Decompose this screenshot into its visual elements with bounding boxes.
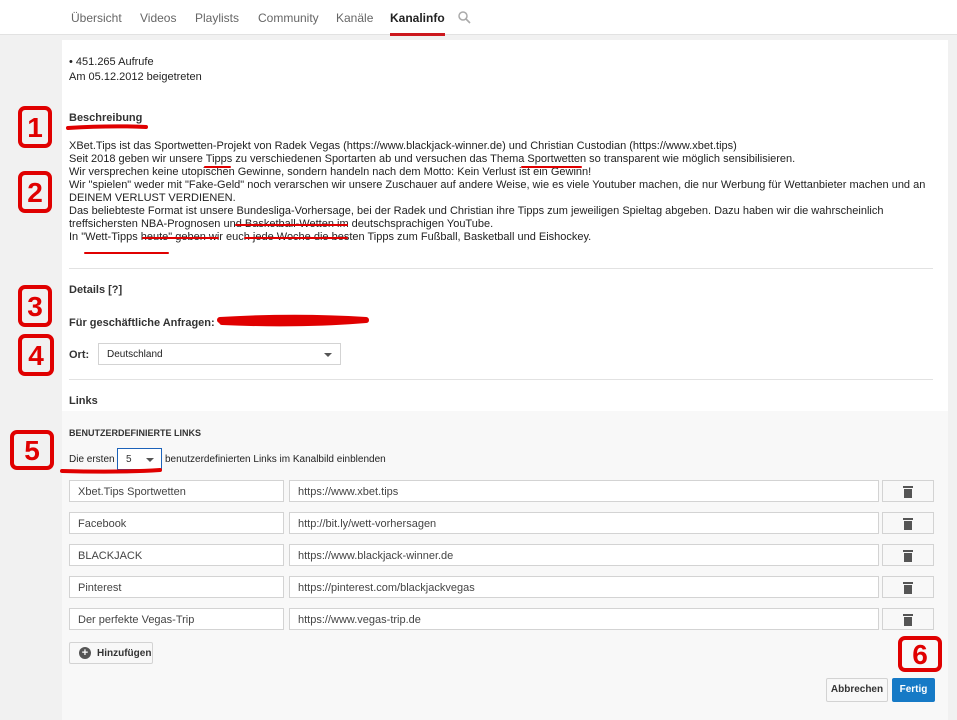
underline-mark <box>66 124 148 130</box>
annotation-number: 4 <box>28 340 44 371</box>
annotation-overlay: 1 2 3 4 5 6 <box>10 106 942 672</box>
annotation-number: 3 <box>27 291 43 322</box>
redaction-mark <box>217 314 369 327</box>
annotation-number: 5 <box>24 435 40 466</box>
annotation-number: 1 <box>27 112 43 143</box>
underline-mark <box>60 468 162 474</box>
annotation-number: 6 <box>912 639 928 670</box>
annotation-number: 2 <box>27 177 43 208</box>
